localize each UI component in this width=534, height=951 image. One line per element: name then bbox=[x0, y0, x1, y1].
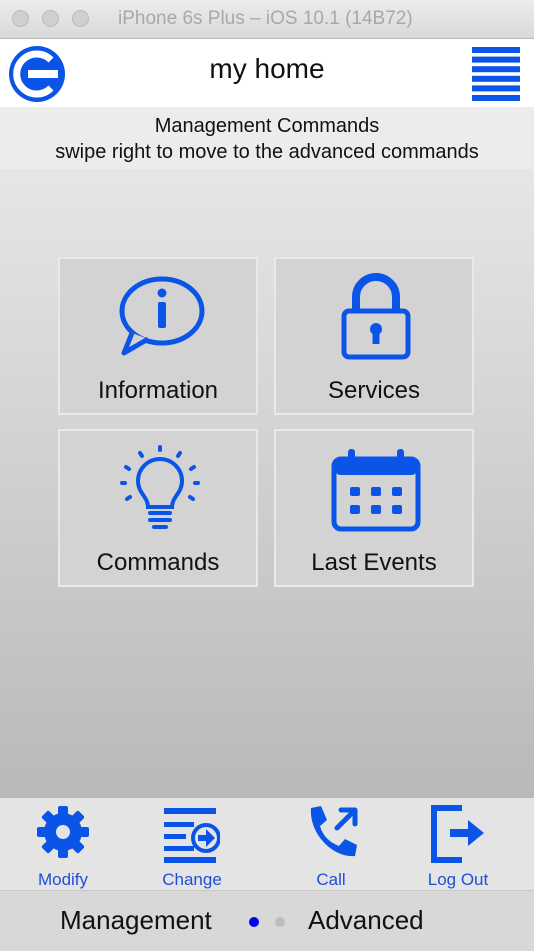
minimize-window-button[interactable] bbox=[42, 10, 59, 27]
info-speech-bubble-icon bbox=[119, 276, 205, 356]
last-events-tile[interactable]: Last Events bbox=[274, 429, 474, 587]
management-page-label[interactable]: Management bbox=[60, 905, 212, 936]
tile-label: Services bbox=[327, 377, 421, 404]
padlock-icon bbox=[341, 273, 411, 360]
gear-icon bbox=[37, 806, 89, 858]
tile-label: Information bbox=[97, 377, 219, 404]
main-content: Information Services Commands Last Event… bbox=[0, 169, 534, 797]
calendar-icon bbox=[331, 449, 421, 532]
subheader: Management Commands swipe right to move … bbox=[0, 107, 534, 169]
page-control: Management Advanced bbox=[0, 890, 534, 951]
app-header: my home bbox=[0, 39, 534, 107]
window-titlebar: iPhone 6s Plus – iOS 10.1 (14B72) bbox=[0, 0, 534, 39]
toolbar-label: Call bbox=[316, 870, 346, 889]
logout-icon bbox=[431, 805, 484, 863]
page-dot-active[interactable] bbox=[249, 917, 259, 927]
bottom-toolbar: Modify Change Call Log Out bbox=[0, 797, 534, 890]
zoom-window-button[interactable] bbox=[72, 10, 89, 27]
light-bulb-icon bbox=[120, 445, 200, 529]
modify-button[interactable]: Modify bbox=[8, 798, 118, 890]
window-title: iPhone 6s Plus – iOS 10.1 (14B72) bbox=[118, 8, 413, 29]
change-button[interactable]: Change bbox=[137, 798, 247, 890]
toolbar-label: Log Out bbox=[427, 870, 489, 889]
call-button[interactable]: Call bbox=[276, 798, 386, 890]
page-title: my home bbox=[209, 53, 325, 84]
services-tile[interactable]: Services bbox=[274, 257, 474, 415]
toolbar-label: Change bbox=[162, 870, 222, 889]
log-out-button[interactable]: Log Out bbox=[403, 798, 513, 890]
list-arrow-icon bbox=[164, 808, 220, 863]
page-dot-inactive[interactable] bbox=[275, 917, 285, 927]
phone-call-icon bbox=[310, 806, 358, 857]
tile-label: Commands bbox=[96, 549, 220, 576]
toolbar-label: Modify bbox=[37, 870, 89, 889]
close-window-button[interactable] bbox=[12, 10, 29, 27]
advanced-page-label[interactable]: Advanced bbox=[308, 905, 424, 936]
commands-tile[interactable]: Commands bbox=[58, 429, 258, 587]
information-tile[interactable]: Information bbox=[58, 257, 258, 415]
hamburger-menu-icon[interactable] bbox=[472, 47, 520, 101]
tile-label: Last Events bbox=[311, 549, 437, 576]
subheader-hint: swipe right to move to the advanced comm… bbox=[55, 141, 479, 163]
subheader-title: Management Commands bbox=[154, 115, 380, 137]
